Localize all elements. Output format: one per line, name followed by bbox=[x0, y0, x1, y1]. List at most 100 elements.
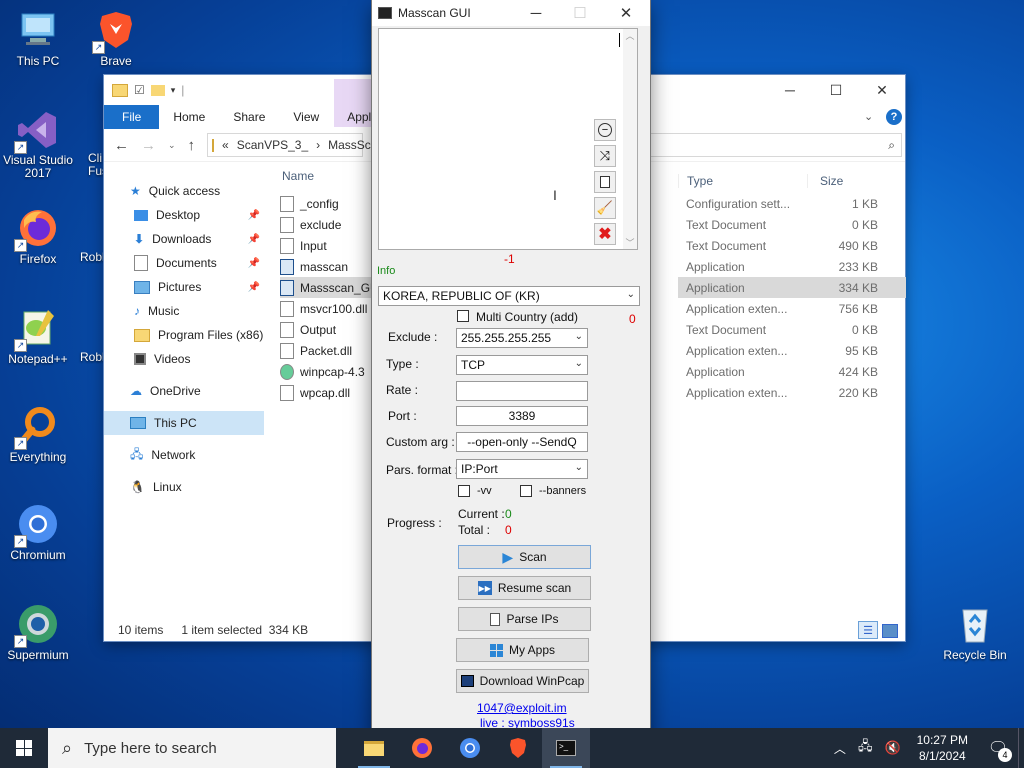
desktop-icon-supermium[interactable]: ↗ Supermium bbox=[0, 602, 76, 662]
taskbar-firefox[interactable] bbox=[398, 728, 446, 768]
clear-button[interactable]: ✖ bbox=[594, 223, 616, 245]
clean-button[interactable]: 🧹 bbox=[594, 197, 616, 219]
nav-music[interactable]: ♪ Music bbox=[104, 299, 264, 323]
exclude-select[interactable]: 255.255.255.255 ⌄ bbox=[456, 328, 588, 348]
vv-checkbox[interactable] bbox=[458, 485, 470, 497]
tab-view[interactable]: View bbox=[279, 105, 333, 129]
column-header-type[interactable]: Type bbox=[678, 174, 807, 188]
help-icon[interactable]: ? bbox=[886, 109, 902, 125]
file-details-row[interactable]: Application exten... 756 KB bbox=[678, 298, 906, 319]
show-hidden-icons-icon[interactable]: ︿ bbox=[828, 740, 852, 757]
nav-desktop[interactable]: Desktop 📌 bbox=[104, 203, 264, 227]
search-box[interactable]: ⌕ bbox=[648, 133, 902, 157]
breadcrumb-item[interactable]: ScanVPS_3_ bbox=[237, 138, 308, 152]
desktop-icon-notepadpp[interactable]: ↗ Notepad++ bbox=[0, 306, 76, 366]
taskbar-file-explorer[interactable] bbox=[350, 728, 398, 768]
file-row[interactable]: Output bbox=[280, 319, 380, 340]
file-row[interactable]: exclude bbox=[280, 214, 380, 235]
forward-icon[interactable]: → bbox=[141, 137, 156, 154]
file-row[interactable]: masscan bbox=[280, 256, 380, 277]
customize-toolbar-icon[interactable]: ▾ bbox=[171, 85, 176, 96]
file-row-selected[interactable]: Massscan_GU bbox=[280, 277, 380, 298]
breadcrumb-item[interactable]: MassSc bbox=[328, 138, 371, 152]
copy-button[interactable] bbox=[594, 171, 616, 193]
desktop-icon-brave[interactable]: ↗ Brave bbox=[78, 8, 154, 68]
desktop-icon-everything[interactable]: ↗ Everything bbox=[0, 404, 76, 464]
breadcrumb-prefix[interactable]: « bbox=[222, 138, 229, 152]
notifications-icon[interactable]: 🗨 4 bbox=[978, 738, 1018, 762]
tab-file[interactable]: File bbox=[104, 105, 160, 129]
file-row[interactable]: _config bbox=[280, 193, 380, 214]
clock[interactable]: 10:27 PM 8/1/2024 bbox=[907, 732, 978, 764]
file-details-row[interactable]: Application exten... 220 KB bbox=[678, 382, 906, 403]
taskbar-brave[interactable] bbox=[494, 728, 542, 768]
contact-link-1[interactable]: 1047@exploit.im bbox=[477, 701, 567, 715]
maximize-button[interactable]: ☐ bbox=[813, 75, 859, 105]
port-input[interactable]: 3389 bbox=[456, 406, 588, 426]
start-button[interactable] bbox=[0, 728, 48, 768]
file-details-row[interactable]: Text Document 0 KB bbox=[678, 214, 906, 235]
scan-button[interactable]: ▶ Scan bbox=[458, 545, 591, 569]
scroll-down-icon[interactable]: ﹀ bbox=[623, 236, 637, 249]
nav-linux[interactable]: 🐧 Linux bbox=[104, 475, 264, 499]
type-select[interactable]: TCP ⌄ bbox=[456, 355, 588, 375]
network-tray-icon[interactable]: 🖧 bbox=[852, 737, 879, 759]
desktop-icon-visual-studio[interactable]: ↗ Visual Studio 2017 bbox=[0, 108, 76, 180]
close-button[interactable]: ✕ bbox=[859, 75, 905, 105]
minimize-button[interactable]: ─ bbox=[516, 0, 556, 26]
file-details-row[interactable]: Configuration sett... 1 KB bbox=[678, 193, 906, 214]
multi-country-checkbox[interactable] bbox=[457, 310, 469, 322]
large-icons-view-icon[interactable] bbox=[882, 624, 898, 638]
new-folder-icon[interactable] bbox=[150, 84, 165, 96]
log-scrollbar[interactable]: ︿ ﹀ bbox=[623, 29, 637, 249]
nav-pictures[interactable]: Pictures 📌 bbox=[104, 275, 264, 299]
column-header-size[interactable]: Size bbox=[807, 174, 880, 188]
file-details-row-selected[interactable]: Application 334 KB bbox=[678, 277, 906, 298]
scroll-up-icon[interactable]: ︿ bbox=[623, 29, 637, 42]
desktop-icon-chromium[interactable]: ↗ Chromium bbox=[0, 502, 76, 562]
file-details-row[interactable]: Text Document 490 KB bbox=[678, 235, 906, 256]
file-row[interactable]: winpcap-4.3 bbox=[280, 361, 380, 382]
taskbar-masscan[interactable]: >_ bbox=[542, 728, 590, 768]
address-box[interactable]: « ScanVPS_3_ › MassSc bbox=[207, 133, 371, 157]
country-select[interactable]: KOREA, REPUBLIC OF (KR) ⌄ bbox=[378, 286, 640, 306]
file-row[interactable]: msvcr100.dll bbox=[280, 298, 380, 319]
file-row[interactable]: Input bbox=[280, 235, 380, 256]
rate-input[interactable] bbox=[456, 381, 588, 401]
properties-icon[interactable]: ☑ bbox=[134, 83, 145, 97]
nav-downloads[interactable]: ⬇ Downloads 📌 bbox=[104, 227, 264, 251]
desktop-icon-recycle-bin[interactable]: Recycle Bin bbox=[937, 602, 1013, 662]
nav-network[interactable]: 🖧 Network bbox=[104, 443, 264, 467]
nav-this-pc[interactable]: This PC bbox=[104, 411, 264, 435]
nav-documents[interactable]: Documents 📌 bbox=[104, 251, 264, 275]
up-icon[interactable]: ↑ bbox=[188, 137, 196, 154]
tab-share[interactable]: Share bbox=[219, 105, 279, 129]
custom-arg-input[interactable]: --open-only --SendQ bbox=[456, 432, 588, 452]
expand-ribbon-icon[interactable]: ⌄ bbox=[864, 110, 873, 123]
taskbar-chromium[interactable] bbox=[446, 728, 494, 768]
file-details-row[interactable]: Text Document 0 KB bbox=[678, 319, 906, 340]
taskbar-search-box[interactable]: ⌕ Type here to search bbox=[48, 728, 336, 768]
file-details-row[interactable]: Application 424 KB bbox=[678, 361, 906, 382]
nav-program-files[interactable]: Program Files (x86) bbox=[104, 323, 264, 347]
close-button[interactable]: ✕ bbox=[606, 0, 646, 26]
nav-onedrive[interactable]: ☁ OneDrive bbox=[104, 379, 264, 403]
back-icon[interactable]: ← bbox=[114, 137, 129, 154]
column-header-name[interactable]: Name bbox=[280, 169, 380, 193]
minimize-button[interactable]: ─ bbox=[767, 75, 813, 105]
pars-format-select[interactable]: IP:Port ⌄ bbox=[456, 459, 588, 479]
file-details-row[interactable]: Application 233 KB bbox=[678, 256, 906, 277]
desktop-icon-firefox[interactable]: ↗ Firefox bbox=[0, 206, 76, 266]
file-row[interactable]: wpcap.dll bbox=[280, 382, 380, 403]
remove-button[interactable]: − bbox=[594, 119, 616, 141]
file-details-row[interactable]: Application exten... 95 KB bbox=[678, 340, 906, 361]
resume-scan-button[interactable]: ▶▶ Resume scan bbox=[458, 576, 591, 600]
volume-muted-icon[interactable]: 🔇 bbox=[878, 740, 906, 756]
show-desktop-button[interactable] bbox=[1018, 728, 1024, 768]
banners-checkbox[interactable] bbox=[520, 485, 532, 497]
download-winpcap-button[interactable]: Download WinPcap bbox=[456, 669, 589, 693]
file-row[interactable]: Packet.dll bbox=[280, 340, 380, 361]
my-apps-button[interactable]: My Apps bbox=[456, 638, 589, 662]
nav-videos[interactable]: Videos bbox=[104, 347, 264, 371]
nav-quick-access[interactable]: ★ Quick access bbox=[104, 179, 264, 203]
